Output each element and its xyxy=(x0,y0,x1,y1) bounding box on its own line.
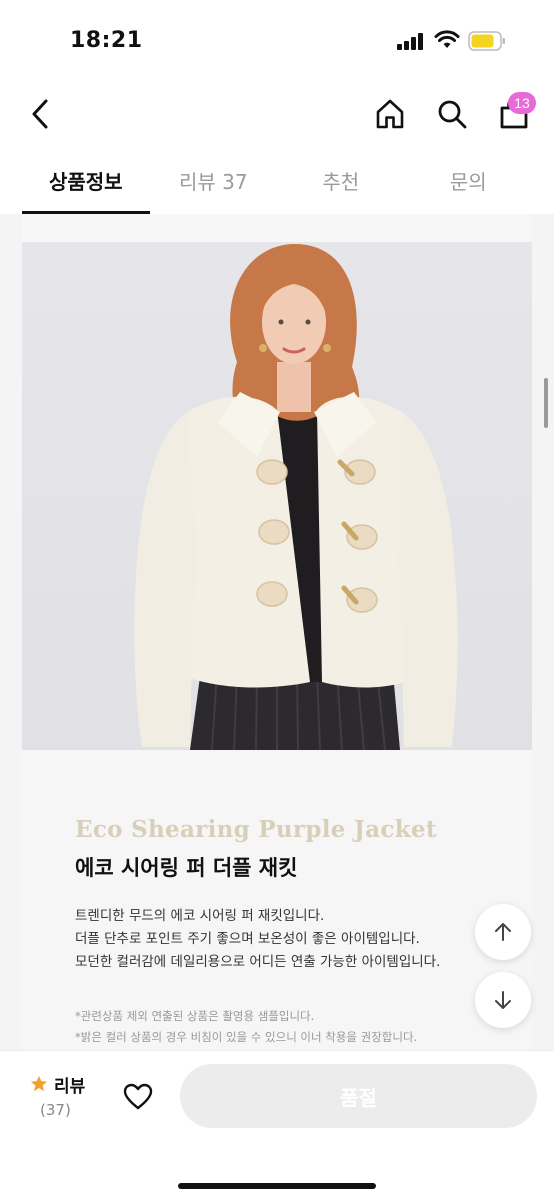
home-icon xyxy=(376,99,404,129)
star-icon xyxy=(30,1075,48,1092)
description-text: 트렌디한 무드의 에코 시어링 퍼 재킷입니다. 더플 단추로 포인트 주기 좋… xyxy=(75,905,440,974)
model-jacket-illustration xyxy=(134,243,458,750)
tab-product-info[interactable]: 상품정보 xyxy=(22,150,150,214)
scrollbar-thumb[interactable] xyxy=(544,378,548,428)
signal-icon xyxy=(397,32,425,50)
product-photo xyxy=(22,242,532,750)
cart-count-badge: 13 xyxy=(508,92,536,114)
back-icon xyxy=(32,99,48,129)
product-kor-title: 에코 시어링 퍼 더플 재킷 xyxy=(75,856,298,880)
detail-panel: Eco Shearing Purple Jacket 에코 시어링 퍼 더플 재… xyxy=(22,214,532,1050)
app-header xyxy=(0,80,554,150)
arrow-down-icon xyxy=(495,991,511,1009)
status-bar: 18:21 xyxy=(0,0,554,80)
tab-reviews[interactable]: 리뷰 37 xyxy=(150,150,278,214)
tab-inquiry[interactable]: 문의 xyxy=(405,150,533,214)
note-line: *관련상품 제외 연출된 상품은 촬영용 샘플입니다. xyxy=(75,1009,315,1023)
product-description: Eco Shearing Purple Jacket 에코 시어링 퍼 더플 재… xyxy=(22,750,532,1050)
review-label[interactable]: 리뷰 xyxy=(54,1072,85,1097)
search-icon xyxy=(438,100,467,129)
bottom-action-bar: 리뷰 (37) 품절 xyxy=(0,1050,554,1200)
wishlist-button[interactable] xyxy=(116,1077,160,1117)
wifi-icon xyxy=(434,30,460,48)
description-line: 더플 단추로 포인트 주기 좋으며 보온성이 좋은 아이템입니다. xyxy=(75,931,420,947)
search-button[interactable] xyxy=(432,94,472,134)
heart-icon xyxy=(123,1083,153,1110)
note-line: *밝은 컬러 상품의 경우 비침이 있을 수 있으니 이너 착용을 권장합니다. xyxy=(75,1030,418,1044)
notes-text: *관련상품 제외 연출된 상품은 촬영용 샘플입니다. *밝은 컬러 상품의 경… xyxy=(75,1006,417,1048)
description-line: 모던한 컬러감에 데일리용으로 어디든 연출 가능한 아이템입니다. xyxy=(75,954,441,970)
review-count[interactable]: (37) xyxy=(40,1101,71,1119)
product-tabs: 상품정보 리뷰 37 추천 문의 xyxy=(22,150,532,214)
back-button[interactable] xyxy=(22,94,58,134)
product-eng-title: Eco Shearing Purple Jacket xyxy=(75,816,437,843)
home-button[interactable] xyxy=(370,94,410,134)
tab-recommend[interactable]: 추천 xyxy=(277,150,405,214)
scroll-up-button[interactable] xyxy=(475,904,531,960)
status-time: 18:21 xyxy=(70,28,143,53)
soldout-button[interactable]: 품절 xyxy=(180,1064,537,1128)
scroll-down-button[interactable] xyxy=(475,972,531,1028)
description-line: 트렌디한 무드의 에코 시어링 퍼 재킷입니다. xyxy=(75,908,325,924)
arrow-up-icon xyxy=(495,923,511,941)
battery-icon xyxy=(468,31,505,51)
home-indicator xyxy=(178,1183,376,1189)
product-detail-content[interactable]: Eco Shearing Purple Jacket 에코 시어링 퍼 더플 재… xyxy=(0,214,554,1050)
